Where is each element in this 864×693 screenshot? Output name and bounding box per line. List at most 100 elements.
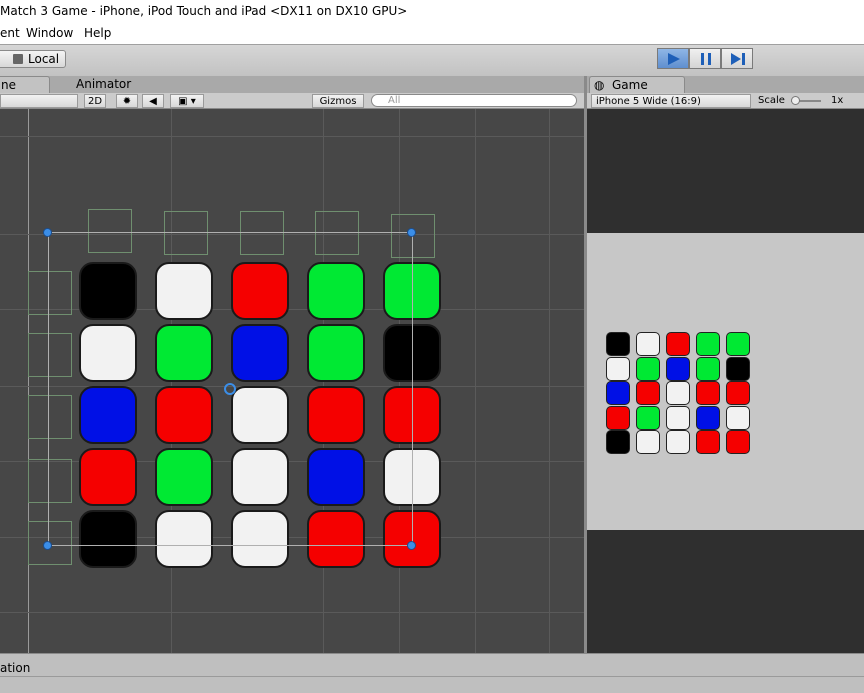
game-tab-strip: ◍ Game — [587, 76, 864, 93]
gizmos-label: Gizmos — [319, 96, 357, 107]
gem-tile-white[interactable] — [231, 386, 289, 444]
pivot-handle[interactable] — [224, 383, 236, 395]
gem-tile-white — [606, 356, 630, 381]
gem-tile-white — [726, 405, 750, 430]
menu-component[interactable]: ent — [0, 26, 20, 40]
grid-line — [28, 109, 29, 653]
mode-2d-toggle[interactable]: 2D — [84, 94, 106, 108]
spawn-slot — [88, 209, 132, 253]
gem-tile-white[interactable] — [155, 510, 213, 568]
gem-tile-blue[interactable] — [79, 386, 137, 444]
gem-tile-red — [726, 381, 750, 405]
gem-tile-white[interactable] — [231, 448, 289, 506]
gem-tile-white[interactable] — [79, 324, 137, 382]
spawn-slot — [315, 211, 359, 255]
rect-outline-top — [48, 232, 412, 233]
pivot-rotation-label: Local — [28, 52, 60, 66]
rect-handle-top-left[interactable] — [43, 228, 52, 237]
audio-toggle[interactable]: ◀ — [142, 94, 164, 108]
gem-tile-white — [666, 405, 690, 430]
menu-window[interactable]: Window — [26, 26, 73, 40]
gem-tile-green — [696, 356, 720, 381]
grid-line — [0, 136, 584, 137]
gem-tile-red[interactable] — [307, 510, 365, 568]
window-title: Match 3 Game - iPhone, iPod Touch and iP… — [0, 4, 408, 18]
scale-slider-thumb[interactable] — [791, 96, 800, 105]
rect-outline-left — [48, 232, 49, 546]
gem-tile-black[interactable] — [79, 262, 137, 320]
gizmos-dropdown[interactable]: Gizmos — [312, 94, 364, 108]
gem-tile-blue — [696, 405, 720, 430]
gem-tile-blue[interactable] — [307, 448, 365, 506]
gem-tile-red — [606, 405, 630, 430]
play-controls — [657, 48, 753, 69]
lighting-toggle[interactable]: ✹ — [116, 94, 138, 108]
play-button[interactable] — [657, 48, 689, 69]
rect-outline-right — [412, 232, 413, 546]
tab-game[interactable]: ◍ Game — [589, 76, 685, 93]
pause-button[interactable] — [689, 48, 721, 69]
tab-animator[interactable]: Animator — [60, 76, 150, 93]
gem-tile-black — [606, 430, 630, 454]
resolution-dropdown[interactable]: iPhone 5 Wide (16:9) — [591, 94, 751, 108]
tab-game-label: Game — [612, 78, 648, 92]
grid-line — [549, 109, 550, 653]
window-title-bar: Match 3 Game - iPhone, iPod Touch and iP… — [0, 0, 864, 24]
gem-tile-white — [636, 332, 660, 356]
pivot-rotation-button[interactable]: Local — [0, 50, 66, 68]
scene-view[interactable] — [0, 109, 584, 653]
gem-tile-blue[interactable] — [231, 324, 289, 382]
grid-line — [0, 612, 584, 613]
gem-tile-green[interactable] — [155, 324, 213, 382]
scene-tab-strip: ne Animator — [0, 76, 584, 93]
rect-handle-top-right[interactable] — [407, 228, 416, 237]
menu-help[interactable]: Help — [84, 26, 111, 40]
gem-tile-black — [726, 356, 750, 381]
pause-icon — [701, 53, 711, 65]
search-placeholder: All — [388, 95, 401, 106]
mode-2d-label: 2D — [87, 96, 103, 107]
gem-tile-green[interactable] — [307, 262, 365, 320]
gem-tile-red — [636, 381, 660, 405]
status-divider — [0, 676, 864, 677]
spawn-slot — [28, 459, 72, 503]
hierarchy-search-input[interactable]: All — [371, 94, 577, 107]
tab-animator-label: Animator — [76, 77, 132, 91]
speaker-icon: ◀ — [149, 96, 157, 107]
step-button[interactable] — [721, 48, 753, 69]
gem-tile-red[interactable] — [79, 448, 137, 506]
gem-tile-green — [636, 356, 660, 381]
gem-tile-white[interactable] — [231, 510, 289, 568]
status-text: ation — [0, 661, 31, 675]
image-icon: ▣ ▾ — [178, 96, 196, 107]
gem-tile-green — [726, 332, 750, 356]
gem-tile-white — [666, 430, 690, 454]
grid-line — [475, 109, 476, 653]
draw-mode-dropdown[interactable] — [0, 94, 78, 108]
gem-tile-green[interactable] — [307, 324, 365, 382]
gem-tile-blue — [666, 356, 690, 381]
gem-tile-red[interactable] — [231, 262, 289, 320]
game-toolbar: iPhone 5 Wide (16:9) Scale 1x — [587, 93, 864, 109]
menu-bar: ent Window Help — [0, 24, 864, 44]
gem-tile-white[interactable] — [155, 262, 213, 320]
rect-handle-bottom-right[interactable] — [407, 541, 416, 550]
play-icon — [668, 53, 680, 65]
game-view[interactable] — [587, 109, 864, 653]
status-bar: ation — [0, 653, 864, 693]
effects-dropdown[interactable]: ▣ ▾ — [170, 94, 204, 108]
game-screen — [587, 233, 864, 530]
rect-handle-bottom-left[interactable] — [43, 541, 52, 550]
gem-tile-green — [636, 405, 660, 430]
gem-tile-green[interactable] — [155, 448, 213, 506]
gem-tile-white — [666, 381, 690, 405]
gamepad-icon: ◍ — [594, 78, 605, 92]
gem-tile-black[interactable] — [79, 510, 137, 568]
spawn-slot — [28, 395, 72, 439]
gem-tile-black — [606, 332, 630, 356]
gem-tile-red[interactable] — [155, 386, 213, 444]
gem-tile-red[interactable] — [307, 386, 365, 444]
gem-tile-green — [696, 332, 720, 356]
tab-scene[interactable]: ne — [0, 76, 50, 93]
scale-label: Scale — [758, 95, 785, 106]
